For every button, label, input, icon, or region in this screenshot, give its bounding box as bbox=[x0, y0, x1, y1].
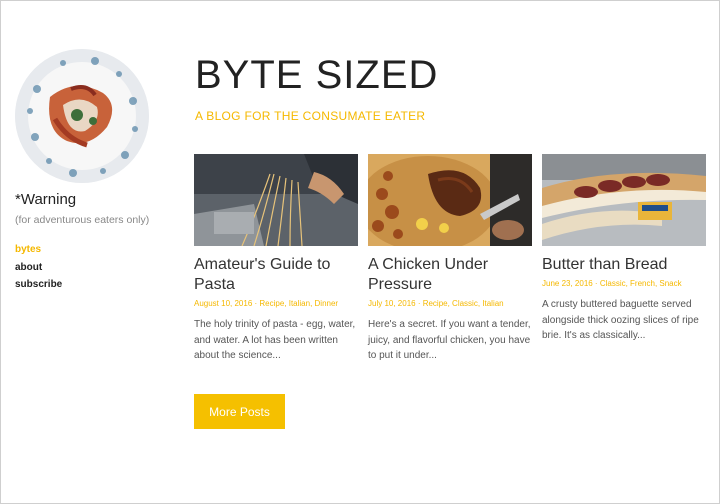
pasta-photo bbox=[194, 154, 358, 246]
post-title[interactable]: Butter than Bread bbox=[542, 255, 706, 275]
post-title[interactable]: A Chicken Under Pressure bbox=[368, 255, 532, 295]
blog-subtitle: A BLOG FOR THE CONSUMATE EATER bbox=[195, 109, 426, 123]
nav-link-about[interactable]: about bbox=[15, 259, 62, 277]
post-card-pasta: Amateur's Guide to Pasta August 10, 2016… bbox=[194, 154, 358, 364]
bread-photo bbox=[542, 154, 706, 246]
nav-link-bytes[interactable]: bytes bbox=[15, 241, 62, 259]
nav-link-subscribe[interactable]: subscribe bbox=[15, 276, 62, 294]
post-card-chicken: A Chicken Under Pressure July 10, 2016 ·… bbox=[368, 154, 532, 364]
site-name: *Warning bbox=[15, 191, 77, 208]
post-card-bread: Butter than Bread June 23, 2016 · Classi… bbox=[542, 154, 706, 344]
post-meta: August 10, 2016 · Recipe, Italian, Dinne… bbox=[194, 299, 339, 308]
avatar bbox=[15, 49, 149, 183]
post-meta: July 10, 2016 · Recipe, Classic, Italian bbox=[368, 299, 504, 308]
blog-title: BYTE SIZED bbox=[195, 53, 439, 97]
post-title[interactable]: Amateur's Guide to Pasta bbox=[194, 255, 358, 295]
more-posts-button[interactable]: More Posts bbox=[194, 394, 285, 429]
post-excerpt: The holy trinity of pasta - egg, water, … bbox=[194, 319, 356, 361]
food-plate-image bbox=[15, 49, 149, 183]
post-meta: June 23, 2016 · Classic, French, Snack bbox=[542, 279, 682, 288]
post-thumbnail[interactable] bbox=[368, 154, 532, 246]
post-thumbnail[interactable] bbox=[194, 154, 358, 246]
sidebar-nav: bytes about subscribe bbox=[15, 241, 62, 294]
post-excerpt: Here's a secret. If you want a tender, j… bbox=[368, 319, 531, 361]
chicken-photo bbox=[368, 154, 532, 246]
post-thumbnail[interactable] bbox=[542, 154, 706, 246]
post-excerpt: A crusty buttered baguette served alongs… bbox=[542, 299, 699, 341]
site-tagline: (for adventurous eaters only) bbox=[15, 214, 150, 226]
